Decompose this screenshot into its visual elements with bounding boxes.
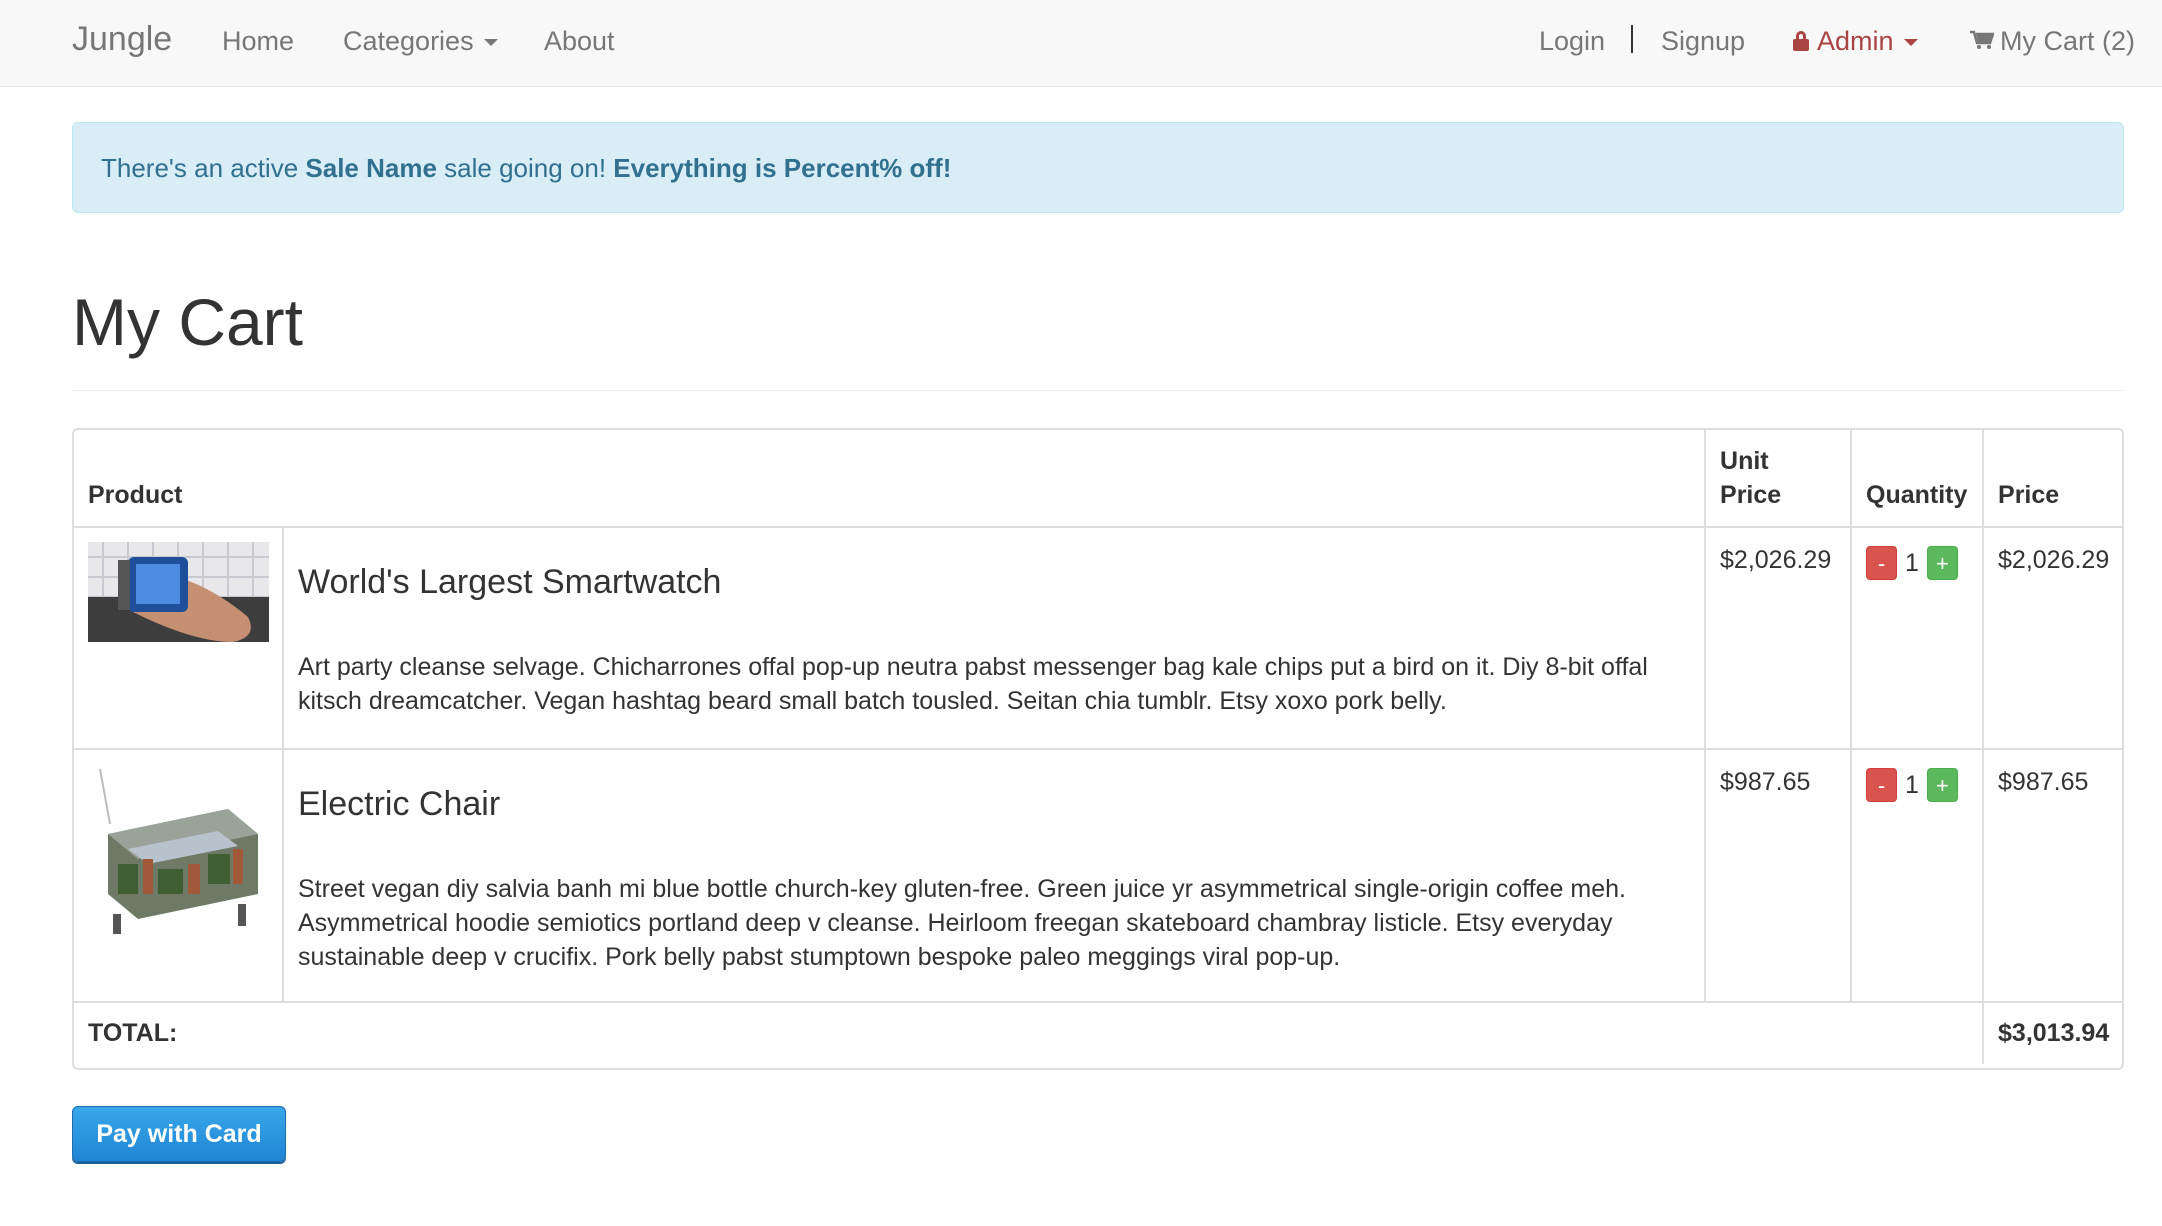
nav-admin-label: Admin — [1817, 26, 1894, 56]
alert-sale-name: Sale Name — [305, 153, 437, 183]
navbar: Jungle Home Categories About Login Signu… — [0, 0, 2162, 87]
product-description: Art party cleanse selvage. Chicharrones … — [298, 653, 1648, 715]
header-unit-price: Unit Price — [1704, 430, 1853, 528]
nav-login-link[interactable]: Login — [1539, 26, 1605, 56]
table-row: Electric Chair Street vegan diy salvia b… — [74, 748, 2122, 1003]
product-image-cell — [74, 748, 284, 1003]
title-divider — [72, 390, 2124, 391]
lock-icon — [1793, 31, 1809, 51]
smartwatch-image — [88, 542, 269, 642]
total-label: TOTAL: — [74, 1001, 1985, 1064]
unit-price: $987.65 — [1704, 748, 1853, 1003]
product-description: Street vegan diy salvia banh mi blue bot… — [298, 875, 1626, 971]
nav-cart-link[interactable]: My Cart (2) — [1970, 26, 2135, 56]
nav-categories-dropdown[interactable]: Categories — [343, 26, 498, 56]
line-price: $987.65 — [1982, 748, 2122, 1003]
brand-link[interactable]: Jungle — [72, 22, 172, 56]
table-row: World's Largest Smartwatch Art party cle… — [74, 526, 2122, 750]
decrease-quantity-button[interactable]: - — [1866, 768, 1898, 802]
quantity-cell: -1 + — [1850, 748, 1985, 1003]
decrease-quantity-button[interactable]: - — [1866, 546, 1898, 580]
unit-price: $2,026.29 — [1704, 526, 1853, 750]
line-price: $2,026.29 — [1982, 526, 2122, 750]
product-info-cell: World's Largest Smartwatch Art party cle… — [281, 526, 1707, 750]
nav-categories-label: Categories — [343, 26, 474, 56]
alert-offer: Everything is Percent% off! — [613, 153, 952, 183]
header-unit-price-line2: Price — [1720, 481, 1782, 509]
nav-signup-link[interactable]: Signup — [1661, 26, 1745, 56]
pay-with-card-button[interactable]: Pay with Card — [72, 1106, 286, 1162]
increase-quantity-button[interactable]: + — [1926, 768, 1958, 802]
cart-table: Product Unit Price Quantity Price World'… — [72, 428, 2124, 1070]
nav-admin-dropdown[interactable]: Admin — [1793, 26, 1918, 56]
table-header-row: Product Unit Price Quantity Price — [74, 430, 2122, 528]
chevron-down-icon — [1903, 39, 1918, 47]
nav-separator — [1631, 25, 1633, 53]
cart-icon — [1970, 26, 1995, 56]
quantity-value: 1 — [1905, 770, 1919, 799]
product-image-cell — [74, 526, 284, 750]
alert-middle: sale going on! — [436, 153, 614, 183]
header-price: Price — [1982, 430, 2122, 528]
sale-alert: There's an active Sale Name sale going o… — [72, 122, 2124, 213]
header-quantity: Quantity — [1850, 430, 1985, 528]
nav-cart-label: My Cart (2) — [2000, 26, 2135, 56]
increase-quantity-button[interactable]: + — [1926, 546, 1958, 580]
chevron-down-icon — [483, 39, 498, 47]
quantity-cell: -1 + — [1850, 526, 1985, 750]
total-row: TOTAL: $3,013.94 — [74, 1001, 2122, 1064]
page-title: My Cart — [72, 285, 303, 359]
header-unit-price-line1: Unit — [1720, 447, 1769, 475]
nav-about-link[interactable]: About — [544, 26, 615, 56]
total-value: $3,013.94 — [1982, 1001, 2122, 1064]
quantity-value: 1 — [1905, 548, 1919, 577]
product-info-cell: Electric Chair Street vegan diy salvia b… — [281, 748, 1707, 1003]
header-product: Product — [74, 430, 1707, 528]
alert-prefix: There's an active — [101, 153, 306, 183]
product-name[interactable]: World's Largest Smartwatch — [298, 562, 1690, 602]
nav-home-link[interactable]: Home — [222, 26, 294, 56]
electric-chair-image — [88, 764, 269, 942]
product-name[interactable]: Electric Chair — [298, 784, 1690, 824]
